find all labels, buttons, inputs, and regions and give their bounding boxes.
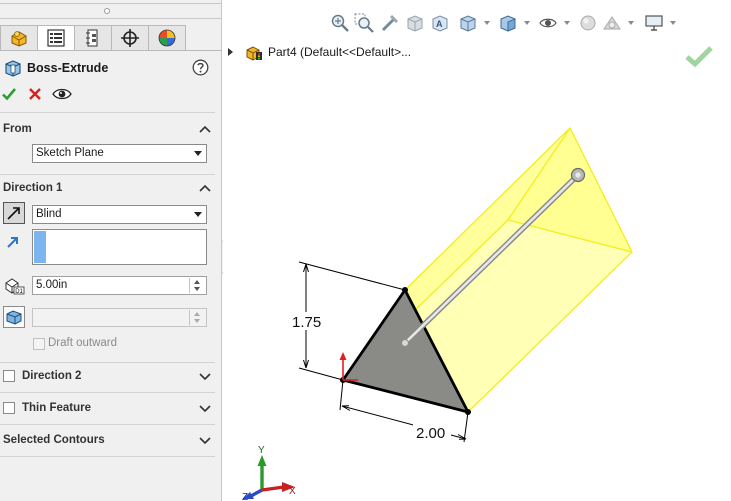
triad-z-label: Z (242, 492, 248, 501)
triad-y-label: Y (258, 445, 265, 456)
height-dimension-value[interactable]: 1.75 (292, 314, 321, 331)
triad-x-label: X (289, 486, 296, 497)
width-dimension-value[interactable]: 2.00 (416, 425, 445, 442)
reference-triad: Y X Z (242, 445, 296, 501)
extrude-preview-model[interactable]: 1.75 2.00 Y X Z (0, 0, 731, 501)
